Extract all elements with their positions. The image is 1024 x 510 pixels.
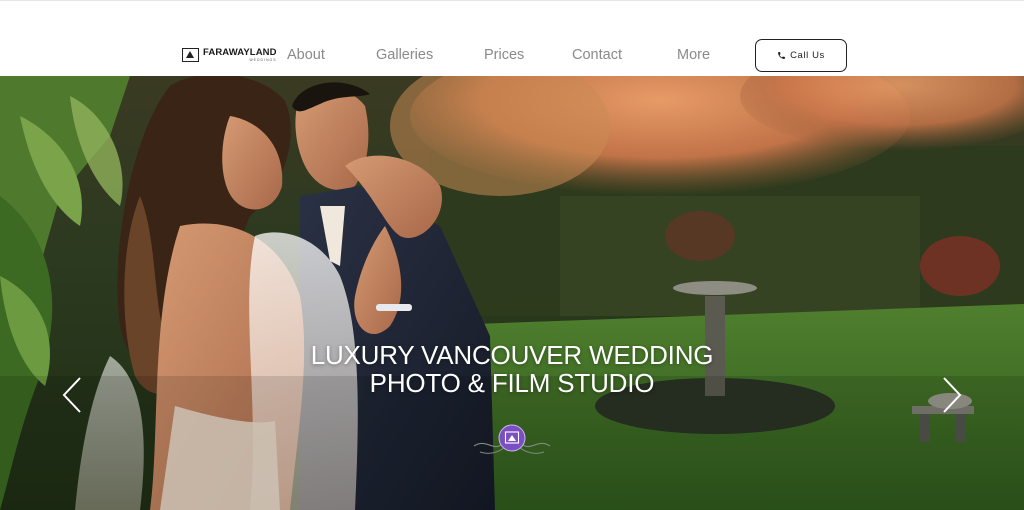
nav-item-contact[interactable]: Contact — [572, 46, 622, 64]
logo-mark-icon — [182, 48, 199, 62]
nav-item-more[interactable]: More — [677, 46, 710, 64]
site-logo[interactable]: FARAWAYLAND WEDDINGS — [182, 47, 277, 63]
nav-item-galleries[interactable]: Galleries — [376, 46, 433, 64]
hero-title-line-2: PHOTO & FILM STUDIO — [369, 368, 655, 398]
nav-item-prices[interactable]: Prices — [484, 46, 524, 64]
chevron-left-icon — [62, 377, 81, 413]
slide-next-button[interactable] — [940, 376, 964, 414]
logo-subtitle: WEDDINGS — [249, 57, 277, 62]
call-us-label: Call Us — [790, 50, 825, 61]
hero-title-line-1: LUXURY VANCOUVER WEDDING — [310, 340, 714, 370]
farawayland-badge-icon — [473, 424, 551, 454]
nav-item-about[interactable]: About — [287, 46, 325, 64]
hero-badge — [472, 422, 552, 458]
site-header: FARAWAYLAND WEDDINGS About Galleries Pri… — [0, 0, 1024, 76]
hero-title: LUXURY VANCOUVER WEDDING PHOTO & FILM ST… — [212, 341, 812, 397]
call-us-button[interactable]: Call Us — [755, 39, 847, 72]
phone-icon — [778, 52, 785, 59]
hero-slideshow: LUXURY VANCOUVER WEDDING PHOTO & FILM ST… — [0, 76, 1024, 510]
logo-name: FARAWAYLAND — [203, 47, 277, 58]
chevron-right-icon — [943, 377, 962, 413]
slide-prev-button[interactable] — [60, 376, 84, 414]
